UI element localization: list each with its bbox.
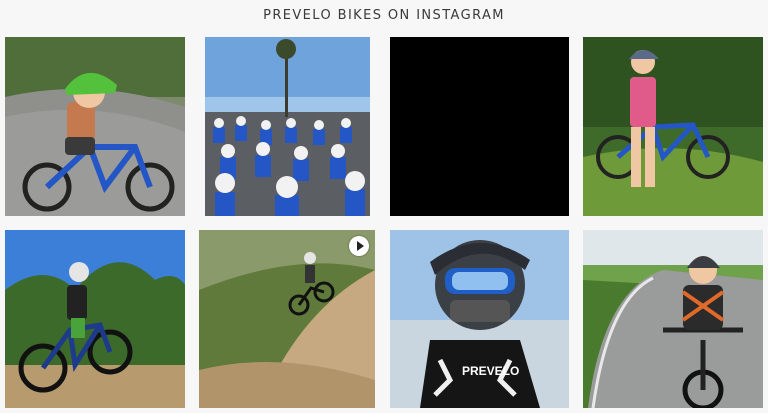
instagram-section-title: PREVELO BIKES ON INSTAGRAM xyxy=(263,8,505,23)
play-icon xyxy=(349,236,369,256)
instagram-post-7[interactable]: PREVELO xyxy=(390,230,569,408)
svg-text:PREVELO: PREVELO xyxy=(462,364,519,378)
post-image xyxy=(5,230,185,408)
instagram-post-2[interactable] xyxy=(205,37,370,216)
post-image xyxy=(199,230,375,408)
instagram-post-8[interactable] xyxy=(583,230,763,408)
post-image xyxy=(583,37,763,216)
instagram-post-3[interactable] xyxy=(390,37,569,216)
instagram-post-4[interactable] xyxy=(583,37,763,216)
post-image xyxy=(583,230,763,408)
post-image: PREVELO xyxy=(390,230,569,408)
post-image xyxy=(205,37,370,216)
instagram-post-6[interactable] xyxy=(199,230,375,408)
instagram-post-5[interactable] xyxy=(5,230,185,408)
instagram-post-1[interactable] xyxy=(5,37,185,216)
post-image xyxy=(5,37,185,216)
post-image xyxy=(390,37,569,216)
